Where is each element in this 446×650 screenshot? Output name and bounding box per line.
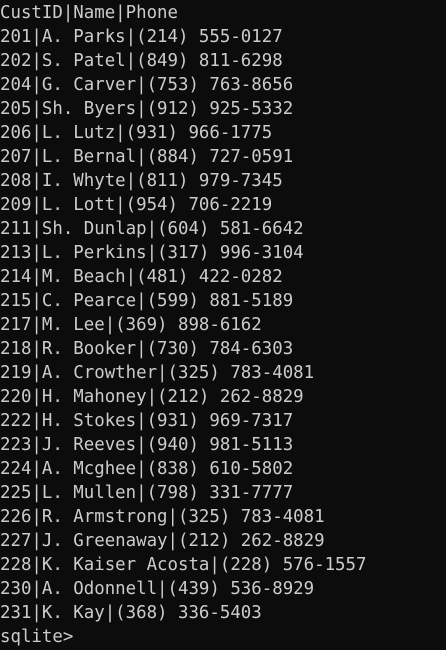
result-row: 211|Sh. Dunlap|(604) 581-6642 — [0, 219, 304, 239]
result-row: 215|C. Pearce|(599) 881-5189 — [0, 291, 294, 311]
result-row: 223|J. Reeves|(940) 981-5113 — [0, 435, 294, 455]
result-row: 201|A. Parks|(214) 555-0127 — [0, 27, 283, 47]
result-row: 209|L. Lott|(954) 706-2219 — [0, 195, 273, 215]
result-row: 208|I. Whyte|(811) 979-7345 — [0, 171, 283, 191]
result-row: 207|L. Bernal|(884) 727-0591 — [0, 147, 294, 167]
result-row: 205|Sh. Byers|(912) 925-5332 — [0, 99, 294, 119]
result-row: 228|K. Kaiser Acosta|(228) 576-1557 — [0, 555, 367, 575]
query-result-header: CustID|Name|Phone — [0, 3, 178, 23]
sqlite-prompt[interactable]: sqlite> — [0, 625, 446, 649]
terminal-window[interactable]: CustID|Name|Phone 201|A. Parks|(214) 555… — [0, 0, 446, 650]
result-row: 231|K. Kay|(368) 336-5403 — [0, 603, 262, 623]
result-row: 227|J. Greenaway|(212) 262-8829 — [0, 531, 325, 551]
result-row: 206|L. Lutz|(931) 966-1775 — [0, 123, 273, 143]
result-row: 204|G. Carver|(753) 763-8656 — [0, 75, 294, 95]
result-row: 224|A. Mcghee|(838) 610-5802 — [0, 459, 294, 479]
result-row: 220|H. Mahoney|(212) 262-8829 — [0, 387, 304, 407]
result-row: 225|L. Mullen|(798) 331-7777 — [0, 483, 294, 503]
result-row: 218|R. Booker|(730) 784-6303 — [0, 339, 294, 359]
result-row: 202|S. Patel|(849) 811-6298 — [0, 51, 283, 71]
result-row: 226|R. Armstrong|(325) 783-4081 — [0, 507, 325, 527]
result-row: 230|A. Odonnell|(439) 536-8929 — [0, 579, 315, 599]
result-row: 214|M. Beach|(481) 422-0282 — [0, 267, 283, 287]
result-row: 219|A. Crowther|(325) 783-4081 — [0, 363, 315, 383]
result-row: 217|M. Lee|(369) 898-6162 — [0, 315, 262, 335]
result-row: 222|H. Stokes|(931) 969-7317 — [0, 411, 294, 431]
result-row: 213|L. Perkins|(317) 996-3104 — [0, 243, 304, 263]
